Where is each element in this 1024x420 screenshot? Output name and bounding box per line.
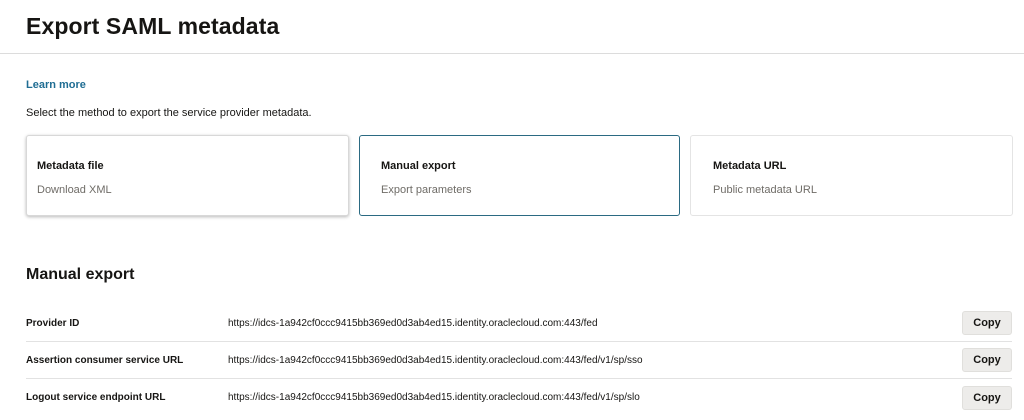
manual-export-table: Provider ID https://idcs-1a942cf0ccc9415… [26, 305, 1012, 416]
row-label: Logout service endpoint URL [26, 392, 166, 403]
row-label: Assertion consumer service URL [26, 354, 184, 366]
copy-provider-id-button[interactable]: Copy [962, 311, 1012, 335]
export-method-cards: Metadata file Download XML Manual export… [26, 135, 1013, 216]
section-title: Manual export [26, 266, 135, 283]
card-description: Public metadata URL [713, 184, 817, 196]
main-content: Learn more Select the method to export t… [0, 54, 1024, 416]
card-description: Download XML [37, 184, 112, 196]
card-metadata-url[interactable]: Metadata URL Public metadata URL [690, 135, 1013, 216]
learn-more-link[interactable]: Learn more [26, 79, 86, 91]
table-row-logout-endpoint-url: Logout service endpoint URL https://idcs… [26, 379, 1012, 416]
card-manual-export[interactable]: Manual export Export parameters [359, 135, 680, 216]
row-value: https://idcs-1a942cf0ccc9415bb369ed0d3ab… [228, 317, 598, 329]
row-value: https://idcs-1a942cf0ccc9415bb369ed0d3ab… [228, 354, 643, 366]
card-metadata-file[interactable]: Metadata file Download XML [26, 135, 349, 216]
card-title: Metadata URL [713, 160, 787, 172]
page-header: Export SAML metadata [0, 0, 1024, 54]
card-title: Metadata file [37, 160, 104, 172]
copy-logout-url-button[interactable]: Copy [962, 385, 1012, 410]
intro-text: Select the method to export the service … [26, 107, 312, 119]
card-title: Manual export [381, 160, 456, 172]
row-label: Provider ID [26, 317, 80, 329]
copy-assertion-url-button[interactable]: Copy [962, 348, 1012, 372]
page-title: Export SAML metadata [26, 13, 280, 39]
row-value: https://idcs-1a942cf0ccc9415bb369ed0d3ab… [228, 392, 640, 403]
table-row-provider-id: Provider ID https://idcs-1a942cf0ccc9415… [26, 305, 1012, 342]
card-description: Export parameters [381, 184, 472, 196]
export-saml-metadata-page: Export SAML metadata Learn more Select t… [0, 0, 1024, 420]
table-row-assertion-consumer-url: Assertion consumer service URL https://i… [26, 342, 1012, 379]
